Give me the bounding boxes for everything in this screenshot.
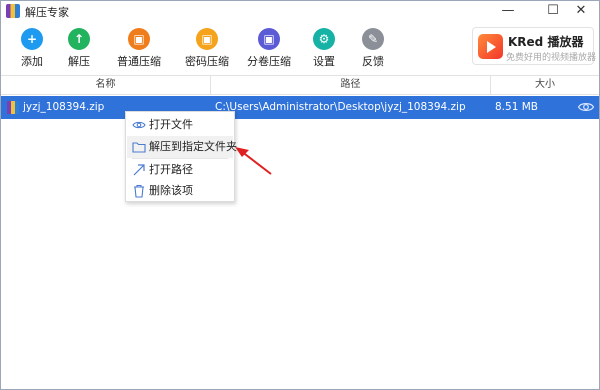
menu-item-label: 删除该项: [149, 184, 193, 197]
table-row[interactable]: jyzj_108394.zip C:\Users\Administrator\D…: [1, 96, 599, 119]
zip-file-icon: [7, 101, 19, 114]
menu-item-delete[interactable]: 删除该项: [127, 180, 233, 202]
feedback-icon: ✎: [362, 28, 384, 50]
file-path: C:\Users\Administrator\Desktop\jyzj_1083…: [215, 101, 466, 113]
minimize-button[interactable]: —: [489, 1, 527, 21]
menu-item-open-file[interactable]: 打开文件: [127, 114, 233, 136]
kred-logo-icon: [478, 34, 503, 59]
extract-button[interactable]: ↑ 解压: [49, 28, 109, 69]
window-title: 解压专家: [25, 6, 69, 19]
app-window: 解压专家 — ☐ ✕ + 添加 ↑ 解压 ▣ 普通压缩 ▣ 密码压缩 ▣ 分卷压…: [0, 0, 600, 390]
menu-item-label: 打开路径: [149, 163, 193, 176]
menu-item-extract-to-folder[interactable]: 解压到指定文件夹: [127, 136, 237, 158]
password-compress-label: 密码压缩: [185, 55, 229, 68]
extract-label: 解压: [68, 55, 90, 68]
split-compress-icon: ▣: [258, 28, 280, 50]
add-icon: +: [21, 28, 43, 50]
eye-icon: [132, 116, 146, 134]
brand-name: KRed 播放器: [508, 35, 584, 49]
compress-button[interactable]: ▣ 普通压缩: [109, 28, 169, 69]
file-size: 8.51 MB: [495, 101, 538, 113]
file-name: jyzj_108394.zip: [23, 101, 105, 113]
split-compress-label: 分卷压缩: [247, 55, 291, 68]
close-button[interactable]: ✕: [562, 1, 600, 21]
compress-icon: ▣: [128, 28, 150, 50]
title-bar: 解压专家 — ☐ ✕: [1, 1, 599, 21]
file-list-header: 名称 路径 大小: [1, 75, 599, 95]
split-compress-button[interactable]: ▣ 分卷压缩: [239, 28, 299, 69]
brand-tagline: 免费好用的视频播放器: [506, 53, 597, 63]
preview-eye-icon[interactable]: [577, 98, 595, 116]
extract-icon: ↑: [68, 28, 90, 50]
password-compress-icon: ▣: [196, 28, 218, 50]
menu-item-open-path[interactable]: 打开路径: [127, 159, 233, 181]
arrow-up-right-icon: [132, 161, 146, 179]
menu-item-label: 解压到指定文件夹: [149, 140, 237, 153]
folder-icon: [132, 138, 146, 156]
menu-item-label: 打开文件: [149, 118, 193, 131]
trash-icon: [132, 182, 146, 200]
column-header-size[interactable]: 大小: [491, 76, 599, 94]
feedback-button[interactable]: ✎ 反馈: [343, 28, 403, 69]
column-header-path[interactable]: 路径: [211, 76, 491, 94]
kred-player-ad[interactable]: KRed 播放器 免费好用的视频播放器: [472, 27, 597, 65]
password-compress-button[interactable]: ▣ 密码压缩: [177, 28, 237, 69]
context-menu: 打开文件 解压到指定文件夹 打开路径 删除该项: [125, 111, 237, 202]
app-logo-icon: [6, 4, 20, 18]
settings-icon: ⚙: [313, 28, 335, 50]
column-header-name[interactable]: 名称: [1, 76, 211, 94]
feedback-label: 反馈: [362, 55, 384, 68]
compress-label: 普通压缩: [117, 55, 161, 68]
